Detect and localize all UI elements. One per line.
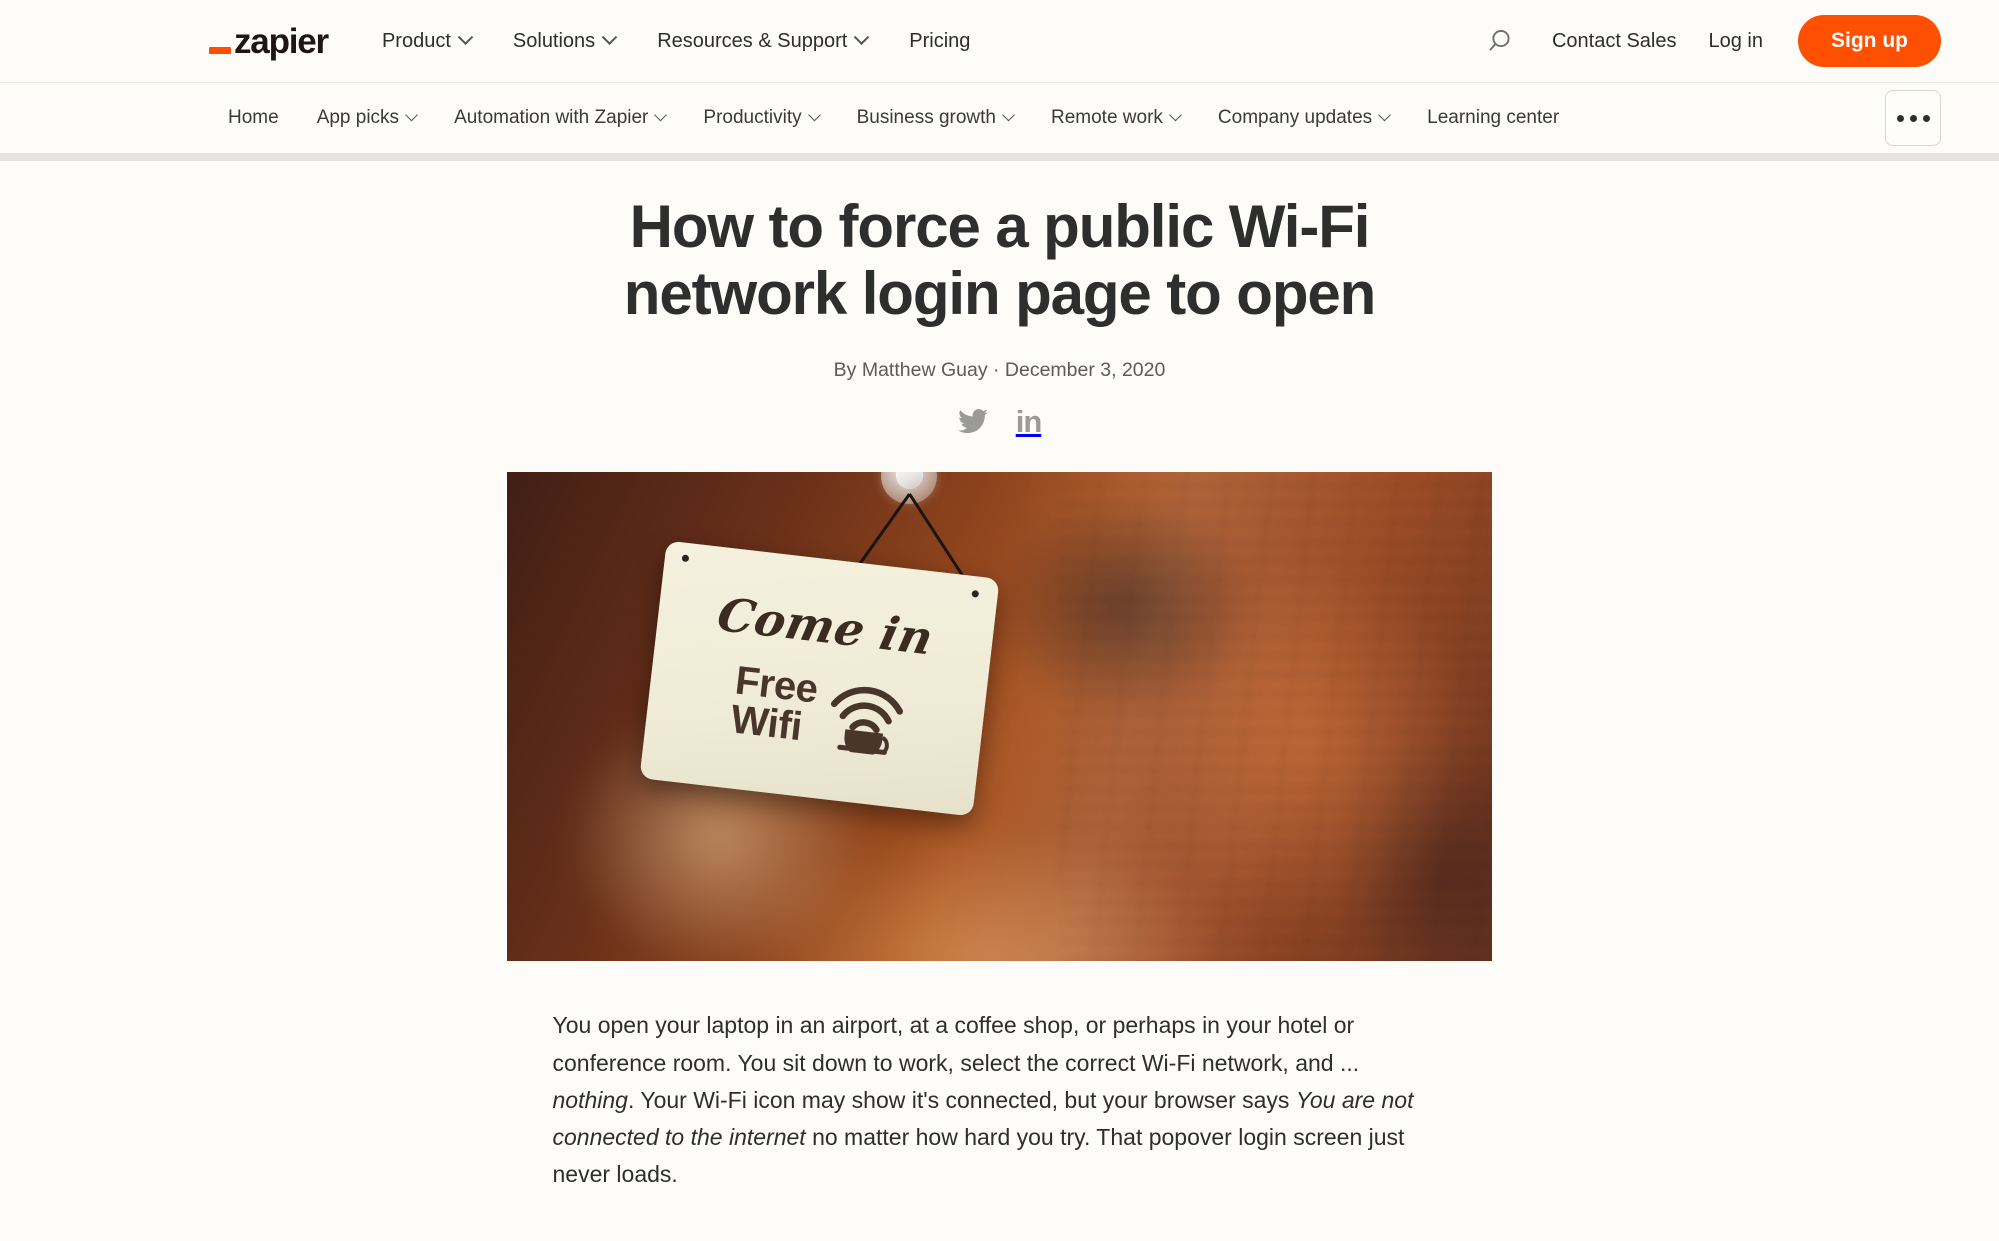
article-byline: By Matthew Guay · December 3, 2020 [833,359,1166,382]
overflow-menu-button[interactable] [1885,90,1941,146]
nav-item-product[interactable]: Product [361,20,492,63]
article-hero-image: Come in Free Wifi [507,472,1492,962]
nav-item-solutions[interactable]: Solutions [492,20,636,63]
social-share-row: in [505,406,1495,437]
top-header: zapier Product Solutions Resources & Sup… [0,0,1999,83]
ellipsis-icon [1922,114,1930,122]
subnav-item-label: Business growth [856,107,996,128]
subnav-item-productivity[interactable]: Productivity [684,98,837,138]
chevron-down-icon [807,108,821,121]
subnav-item-label: Home [228,107,279,128]
blog-category-navigation: Home App picks Automation with Zapier Pr… [209,98,1578,138]
logo-text: zapier [234,21,329,61]
subnav-item-learning-center[interactable]: Learning center [1408,98,1578,138]
subnav-item-label: Learning center [1427,107,1560,128]
sign-eyelet-left [681,554,690,563]
sign-lower-row: Free Wifi [665,654,967,766]
subnav-item-automation-with-zapier[interactable]: Automation with Zapier [435,98,684,138]
wifi-coffee-cup-icon [830,687,903,758]
subnav-item-business-growth[interactable]: Business growth [838,98,1032,138]
subnav-item-app-picks[interactable]: App picks [298,98,435,138]
nav-item-resources-support[interactable]: Resources & Support [636,20,888,63]
zapier-logo[interactable]: zapier [209,21,329,61]
sign-up-button[interactable]: Sign up [1798,15,1941,67]
nav-item-label: Resources & Support [657,29,848,52]
subnav-item-label: Productivity [703,107,802,128]
page-title: How to force a public Wi-Fi network logi… [623,193,1377,328]
subnav-item-label: App picks [316,107,400,128]
subnav-item-remote-work[interactable]: Remote work [1032,98,1199,138]
emphasized-text: You are not connected to the internet [552,1086,1414,1151]
search-button[interactable] [1476,18,1522,64]
logo-underscore-mark [209,46,231,54]
chevron-down-icon [601,28,618,45]
share-linkedin-button[interactable]: in [1015,404,1043,440]
search-icon [1489,29,1510,51]
sign-text-come-in: Come in [712,587,939,666]
sign-text-free-wifi: Free Wifi [728,659,820,750]
blog-subnav: Home App picks Automation with Zapier Pr… [0,83,1999,161]
header-actions: Contact Sales Log in Sign up [1476,15,1941,67]
share-twitter-button[interactable] [957,408,988,435]
chevron-down-icon [1002,108,1015,121]
nav-item-label: Product [381,29,451,52]
sign-text-wifi: Wifi [728,697,804,750]
twitter-icon [957,408,988,434]
ellipsis-icon [1909,114,1917,122]
chevron-down-icon [405,108,418,121]
subnav-item-label: Remote work [1051,107,1163,128]
chevron-down-icon [854,28,870,45]
chevron-down-icon [1378,108,1392,121]
primary-navigation: Product Solutions Resources & Support Pr… [361,20,991,63]
free-wifi-sign: Come in Free Wifi [639,540,1000,817]
nav-item-label: Solutions [512,29,596,52]
subnav-item-label: Company updates [1217,107,1373,128]
ellipsis-icon [1896,114,1904,122]
hero-brick-wall [1058,472,1492,962]
subnav-item-home[interactable]: Home [209,98,298,138]
sign-eyelet-right [971,590,980,599]
article: How to force a public Wi-Fi network logi… [505,161,1495,1194]
emphasized-text: nothing [552,1086,628,1113]
contact-sales-link[interactable]: Contact Sales [1536,20,1693,63]
chevron-down-icon [654,108,668,121]
linkedin-icon: in [1015,404,1043,440]
log-in-link[interactable]: Log in [1693,20,1780,63]
article-intro-paragraph: You open your laptop in an airport, at a… [552,1012,1414,1188]
chevron-down-icon [457,28,474,45]
subnav-item-company-updates[interactable]: Company updates [1199,98,1408,138]
nav-item-label: Pricing [909,29,971,52]
nav-item-pricing[interactable]: Pricing [888,20,991,63]
chevron-down-icon [1169,108,1182,121]
subnav-item-label: Automation with Zapier [454,107,649,128]
